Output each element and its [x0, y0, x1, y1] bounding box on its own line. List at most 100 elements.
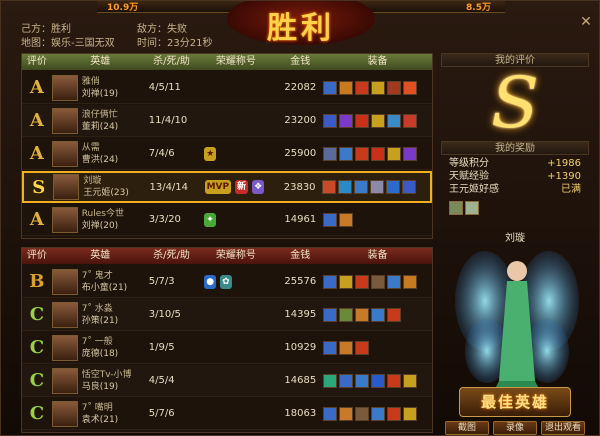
player-hero: 7˚ 鬼才 布小童(21) — [51, 268, 149, 295]
equip-item-icon[interactable] — [339, 113, 354, 128]
hero-avatar[interactable] — [51, 301, 78, 328]
team-b-panel: 评价 英雄 杀/死/助 荣耀称号 金钱 装备 B 7˚ 鬼才 布小童(21) 5… — [21, 247, 433, 433]
equip-item-icon[interactable] — [387, 80, 402, 95]
equip-item-icon[interactable] — [323, 307, 338, 322]
player-grade: C — [29, 403, 45, 424]
player-row[interactable]: B 7˚ 鬼才 布小童(21) 5/7/3 ● ✿ 25576 — [22, 266, 432, 298]
hero-avatar[interactable] — [51, 206, 78, 233]
equip-item-icon[interactable] — [339, 373, 354, 388]
team-gold-left: 10.9万 — [107, 3, 139, 13]
equip-item-icon[interactable] — [371, 274, 386, 289]
equip-item-icon[interactable] — [323, 406, 338, 421]
equip-item-icon[interactable] — [355, 307, 370, 322]
hero-name: 袁术(21) — [81, 414, 119, 425]
hero-avatar[interactable] — [51, 74, 78, 101]
exit-watch-button[interactable]: 退出观看 — [541, 421, 585, 435]
reward-label: 等级积分 — [449, 158, 489, 169]
equip-item-icon[interactable] — [403, 113, 418, 128]
reward-label: 王元姬好感 — [449, 184, 499, 195]
equip-item-icon[interactable] — [339, 212, 354, 227]
hero-avatar[interactable] — [51, 107, 78, 134]
equip-item-icon[interactable] — [371, 406, 386, 421]
player-equipment — [323, 340, 432, 355]
player-row[interactable]: A Rules今世 刘禅(20) 3/3/20 ✦ 14961 — [22, 204, 432, 236]
equip-item-icon[interactable] — [323, 212, 338, 227]
equip-item-icon[interactable] — [355, 406, 370, 421]
equip-item-icon[interactable] — [403, 406, 418, 421]
hero-avatar[interactable] — [51, 268, 78, 295]
close-icon[interactable]: ✕ — [579, 15, 593, 29]
player-row[interactable]: A 浪仔俩忙 董莉(24) 11/4/10 23200 — [22, 105, 432, 137]
hero-avatar[interactable] — [53, 174, 80, 200]
equip-item-icon[interactable] — [355, 340, 370, 355]
hero-avatar[interactable] — [51, 140, 78, 167]
equip-item-icon[interactable] — [355, 80, 370, 95]
player-kda: 11/4/10 — [148, 115, 188, 126]
equip-item-icon[interactable] — [354, 180, 369, 194]
equip-item-icon[interactable] — [403, 373, 418, 388]
equip-item-icon[interactable] — [403, 80, 418, 95]
equip-item-icon[interactable] — [339, 80, 354, 95]
player-title: 恬空Tv-小博 — [81, 369, 132, 380]
player-row[interactable]: C 7˚ 一般 庞德(18) 1/9/5 10929 — [22, 332, 432, 364]
player-kda: 5/7/3 — [148, 276, 175, 287]
player-row[interactable]: A 雅俏 刘禅(19) 4/5/11 22082 — [22, 72, 432, 104]
equip-item-icon[interactable] — [355, 113, 370, 128]
equip-item-icon[interactable] — [355, 274, 370, 289]
screenshot-button[interactable]: 截图 — [445, 421, 489, 435]
player-equipment — [323, 307, 432, 322]
equip-item-icon[interactable] — [403, 274, 418, 289]
hero-avatar[interactable] — [51, 400, 78, 427]
team-a-header: 评价 英雄 杀/死/助 荣耀称号 金钱 装备 — [22, 54, 432, 70]
player-row[interactable]: S 刘璇 王元姬(23) 13/4/14 MVP 新 ❖ 23830 — [22, 171, 432, 203]
reward-item-icon[interactable] — [449, 201, 463, 215]
equip-item-icon[interactable] — [355, 373, 370, 388]
equip-item-icon[interactable] — [387, 113, 402, 128]
equip-item-icon[interactable] — [387, 373, 402, 388]
equip-item-icon[interactable] — [323, 340, 338, 355]
equip-item-icon[interactable] — [386, 180, 401, 194]
equip-item-icon[interactable] — [402, 180, 417, 194]
equip-item-icon[interactable] — [322, 180, 337, 194]
equip-item-icon[interactable] — [387, 146, 402, 161]
reward-value: 已满 — [561, 184, 581, 195]
player-row[interactable]: A 从需 曹洪(24) 7/4/6 ★ 25900 — [22, 138, 432, 170]
equip-item-icon[interactable] — [323, 80, 338, 95]
equip-item-icon[interactable] — [339, 146, 354, 161]
player-row[interactable]: C 7˚ 嘴明 袁术(21) 5/7/6 18063 — [22, 398, 432, 430]
equip-item-icon[interactable] — [323, 113, 338, 128]
header-grade: 评价 — [26, 56, 47, 67]
equip-item-icon[interactable] — [323, 146, 338, 161]
equip-item-icon[interactable] — [370, 180, 385, 194]
team-gold-right: 8.5万 — [466, 3, 491, 13]
hero-avatar[interactable] — [51, 334, 78, 361]
equip-item-icon[interactable] — [387, 274, 402, 289]
equip-item-icon[interactable] — [371, 113, 386, 128]
player-grade: B — [29, 271, 45, 292]
equip-item-icon[interactable] — [371, 307, 386, 322]
equip-item-icon[interactable] — [355, 146, 370, 161]
equip-item-icon[interactable] — [339, 307, 354, 322]
hero-avatar[interactable] — [51, 367, 78, 394]
equip-item-icon[interactable] — [338, 180, 353, 194]
reward-item-icon[interactable] — [465, 201, 479, 215]
equip-item-icon[interactable] — [387, 307, 402, 322]
player-row[interactable]: C 恬空Tv-小博 马良(19) 4/5/4 14685 — [22, 365, 432, 397]
player-row[interactable]: C 7˚ 水淼 孙策(21) 3/10/5 14395 — [22, 299, 432, 331]
best-hero-badge: 最佳英雄 — [459, 387, 571, 417]
equip-item-icon[interactable] — [371, 146, 386, 161]
equip-item-icon[interactable] — [403, 146, 418, 161]
equip-item-icon[interactable] — [323, 274, 338, 289]
equip-item-icon[interactable] — [371, 80, 386, 95]
match-info-right: 敌方：失败 时间：23分21秒 — [137, 23, 212, 51]
hero-name: 布小童(21) — [81, 282, 128, 293]
player-grade: C — [29, 337, 45, 358]
player-kda: 5/7/6 — [148, 408, 175, 419]
equip-item-icon[interactable] — [339, 406, 354, 421]
replay-button[interactable]: 录像 — [493, 421, 537, 435]
equip-item-icon[interactable] — [387, 406, 402, 421]
equip-item-icon[interactable] — [339, 274, 354, 289]
equip-item-icon[interactable] — [371, 373, 386, 388]
equip-item-icon[interactable] — [339, 340, 354, 355]
equip-item-icon[interactable] — [323, 373, 338, 388]
